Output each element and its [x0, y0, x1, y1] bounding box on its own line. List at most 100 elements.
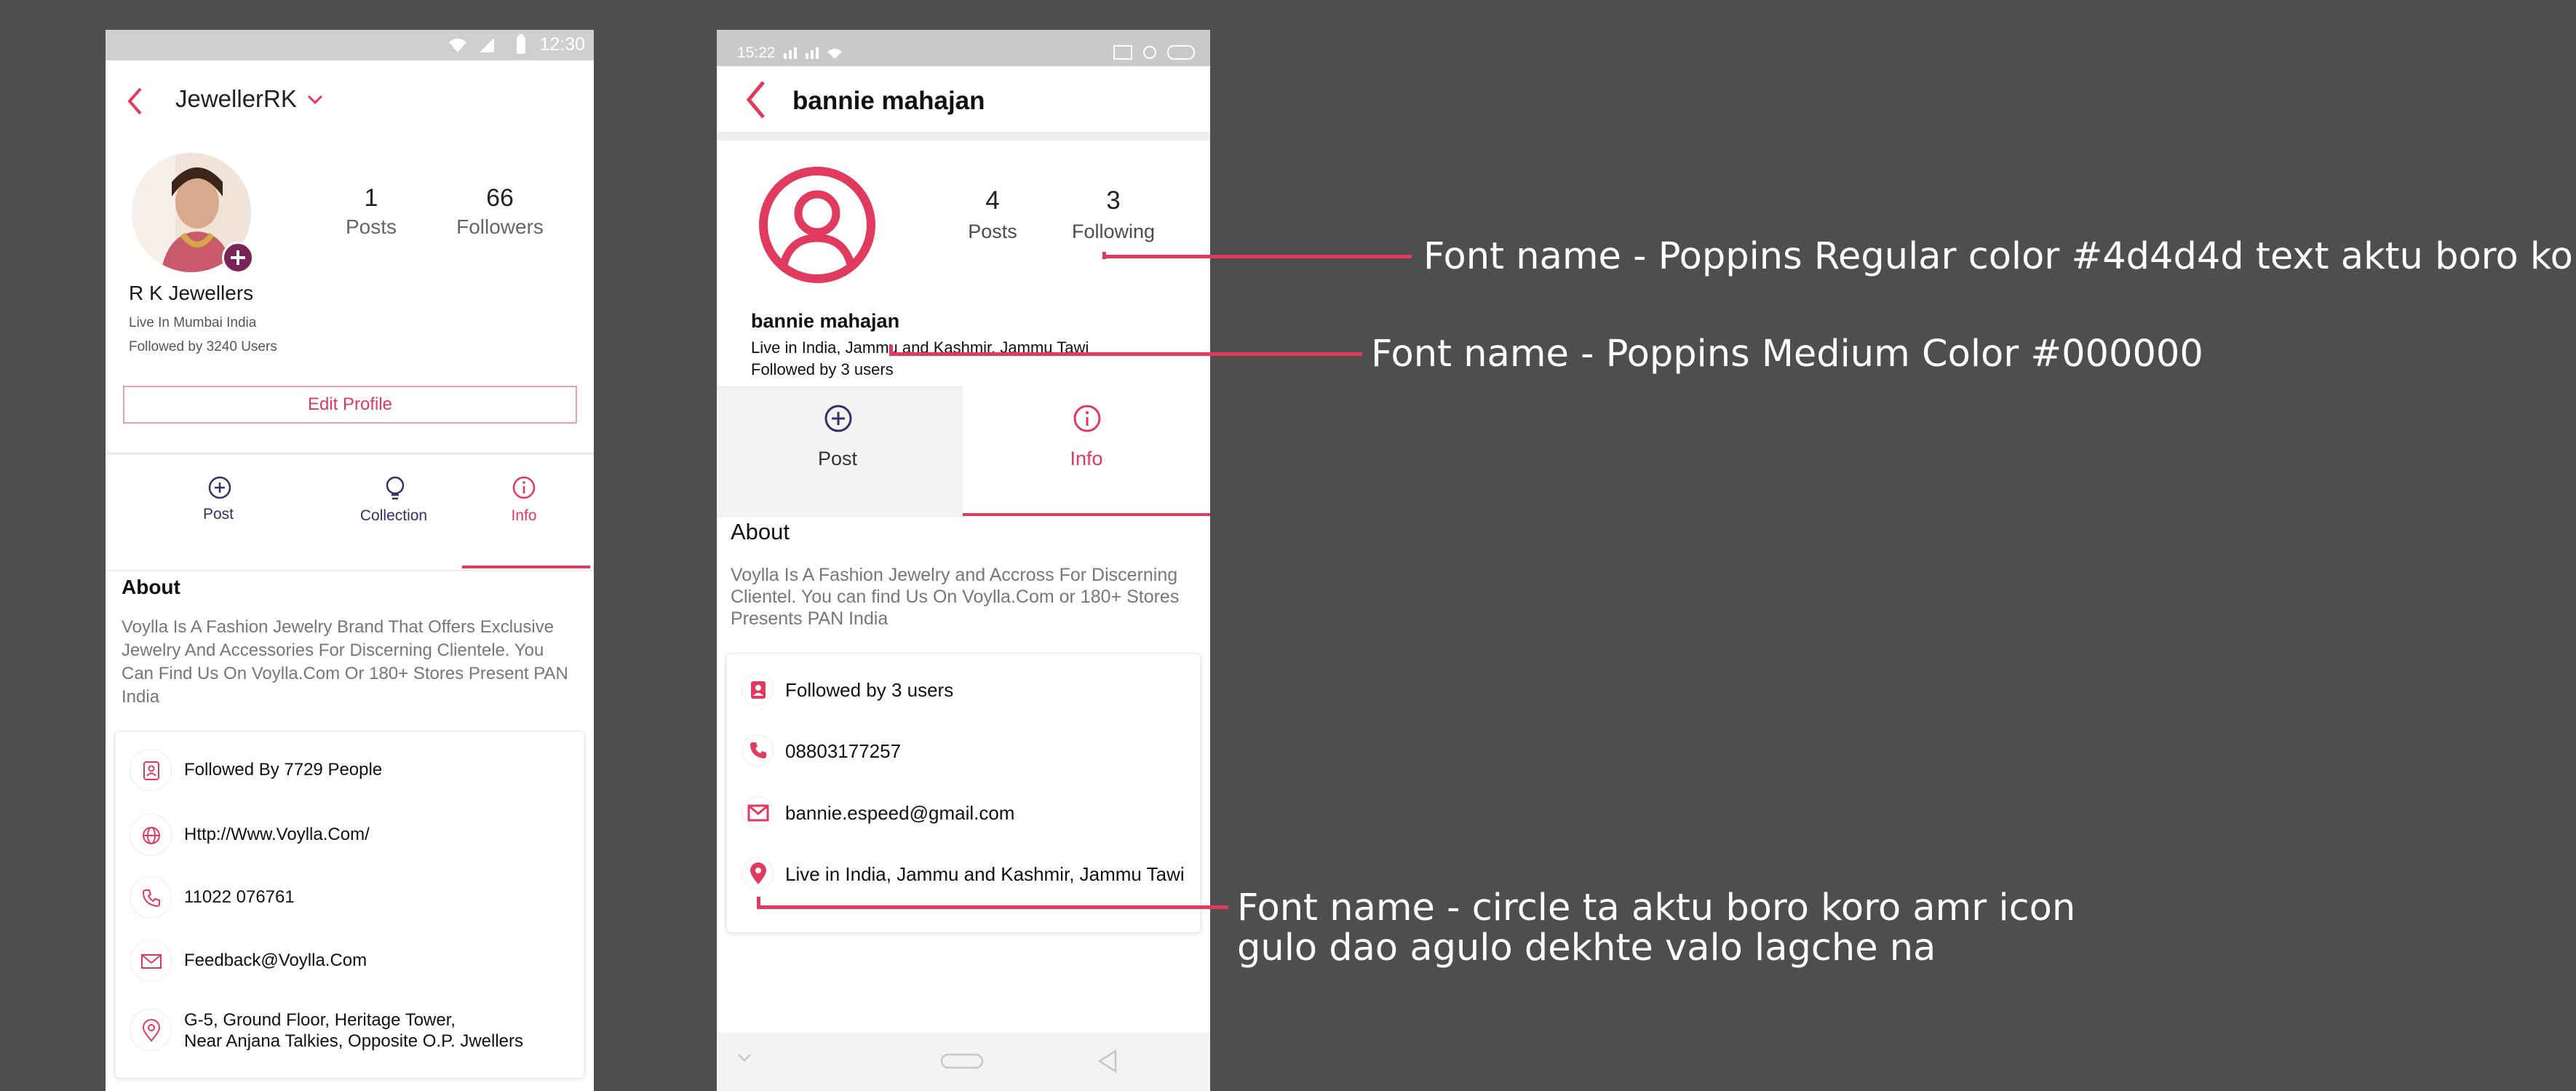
info-row-text: Followed By 7729 People: [184, 760, 383, 779]
info-icon-circle: [742, 734, 774, 766]
page-title: bannie mahajan: [792, 87, 985, 115]
plus-circle-icon: [208, 476, 231, 499]
phone-icon: [750, 742, 766, 758]
tab-post-label: Post: [202, 506, 234, 523]
profile-name: R K Jewellers: [129, 282, 254, 304]
annotation-icon-note: Font name - circle ta aktu boro koro amr…: [1237, 886, 2076, 929]
tab-info[interactable]: Info: [963, 386, 1210, 517]
add-photo-button[interactable]: [222, 242, 254, 274]
info-row-text: 08803177257: [785, 740, 902, 762]
info-card: Followed By 7729 People Http://Www.Voyll…: [114, 731, 585, 1079]
posts-label: Posts: [345, 215, 397, 238]
annotation-line: [757, 897, 760, 908]
back-arrow-icon[interactable]: [744, 79, 766, 120]
info-icon-circle: [742, 857, 774, 889]
tab-post-label: Post: [817, 448, 858, 469]
info-icon-circle: [742, 796, 774, 828]
user-avatar-icon[interactable]: [758, 165, 877, 285]
tab-collection[interactable]: Collection: [332, 475, 456, 555]
about-heading: About: [731, 519, 790, 544]
wifi-icon: [449, 39, 466, 52]
info-icon-circle: [742, 673, 774, 705]
back-triangle-icon[interactable]: [1097, 1049, 1118, 1074]
posts-count: 1: [364, 184, 378, 212]
location-pin-icon: [750, 862, 766, 884]
about-text: Voylla Is A Fashion Jewelry and Accross …: [731, 565, 1180, 629]
info-row-text: Feedback@Voylla.Com: [184, 951, 367, 970]
following-count[interactable]: 3: [1041, 186, 1186, 215]
location-pin-icon: [142, 1019, 161, 1042]
info-row-email[interactable]: bannie.espeed@gmail.com: [733, 793, 1198, 837]
annotation-line: [1102, 255, 1412, 258]
info-row-text: Http://Www.Voylla.Com/: [184, 825, 370, 844]
info-icon-circle: [130, 1009, 172, 1051]
profile-followed-by: Followed by 3 users: [751, 360, 894, 378]
system-navigation-bar: [717, 1033, 1210, 1091]
battery-icon: [517, 34, 525, 54]
divider: [717, 132, 1210, 140]
annotation-line: [889, 352, 1362, 356]
info-row-email[interactable]: Feedback@Voylla.Com: [130, 940, 566, 983]
annotation-line: [1102, 252, 1106, 259]
info-row-website[interactable]: Http://Www.Voylla.Com/: [130, 814, 566, 857]
signal-icon: [784, 47, 842, 59]
info-icon-circle: [130, 814, 172, 856]
annotation-font-medium: Font name - Poppins Medium Color #000000: [1371, 333, 2203, 376]
profile-followed-by: Followed by 3240 Users: [129, 339, 277, 354]
status-time: 12:30: [539, 34, 585, 55]
info-row-followers: Followed By 7729 People: [130, 749, 566, 793]
info-row-text: Live in India, Jammu and Kashmir, Jammu …: [785, 863, 1185, 885]
following-label[interactable]: Following: [1041, 221, 1186, 243]
mail-icon: [141, 954, 162, 969]
status-time: 15:22: [737, 44, 776, 61]
divider: [106, 452, 594, 455]
annotation-icon-note-line2: gulo dao agulo dekhte valo lagche na: [1237, 927, 1936, 969]
info-row-text: Followed by 3 users: [785, 679, 954, 701]
info-row-location: Live in India, Jammu and Kashmir, Jammu …: [733, 854, 1198, 898]
divider: [106, 570, 594, 571]
annotation-line: [757, 905, 1228, 909]
followers-label[interactable]: Followers: [427, 215, 573, 239]
tab-info-label: Info: [511, 507, 537, 524]
app-header: [717, 66, 1210, 170]
info-row-address: G-5, Ground Floor, Heritage Tower, Near …: [130, 1004, 573, 1055]
info-row-phone[interactable]: 11022 076761: [130, 876, 566, 920]
info-icon-circle: [130, 749, 172, 791]
info-row-text: G-5, Ground Floor, Heritage Tower,: [184, 1010, 456, 1030]
home-button-icon[interactable]: [940, 1052, 984, 1071]
edit-profile-button[interactable]: Edit Profile: [123, 386, 577, 424]
phone-screen-user-profile: 15:22 bannie mahajan 4 Posts 3 Following…: [717, 30, 1210, 1091]
tab-info-label: Info: [1070, 448, 1103, 469]
lightbulb-icon: [386, 476, 405, 500]
profile-location: Live In Mumbai India: [129, 315, 257, 330]
profile-name: bannie mahajan: [751, 310, 900, 332]
followers-count[interactable]: 66: [427, 184, 573, 213]
info-row-phone[interactable]: 08803177257: [733, 731, 1198, 775]
tab-post[interactable]: Post: [156, 475, 280, 555]
info-row-text-line2: Near Anjana Talkies, Opposite O.P. Jwell…: [184, 1031, 524, 1051]
info-icon-circle: [130, 940, 172, 982]
info-icon: [512, 476, 536, 499]
back-arrow-icon[interactable]: [126, 87, 143, 116]
contact-card-icon: [751, 681, 766, 699]
about-heading: About: [122, 576, 180, 598]
chevron-down-icon[interactable]: [737, 1053, 752, 1063]
page-title: JewellerRK: [175, 85, 297, 112]
status-bar: 15:22: [717, 30, 1210, 66]
battery-icon: [1113, 45, 1195, 60]
mail-icon: [747, 804, 769, 822]
phone-screen-jeweller-profile: 12:30 JewellerRK 1 Posts 66 Followers R …: [106, 30, 594, 1091]
annotation-font-regular: Font name - Poppins Regular color #4d4d4…: [1423, 235, 2576, 278]
info-row-text: 11022 076761: [184, 887, 295, 907]
signal-icon: [480, 38, 494, 52]
chevron-down-icon[interactable]: [307, 94, 323, 106]
plus-circle-icon: [824, 405, 852, 432]
phone-icon: [142, 889, 160, 908]
active-tab-indicator: [462, 566, 590, 568]
info-row-followers: Followed by 3 users: [733, 670, 1198, 714]
plus-icon: [231, 250, 245, 265]
info-icon: [1073, 405, 1101, 432]
tab-info[interactable]: Info: [462, 475, 590, 570]
tab-post[interactable]: Post: [765, 404, 910, 491]
about-text: Voylla Is A Fashion Jewelry Brand That O…: [122, 617, 568, 707]
